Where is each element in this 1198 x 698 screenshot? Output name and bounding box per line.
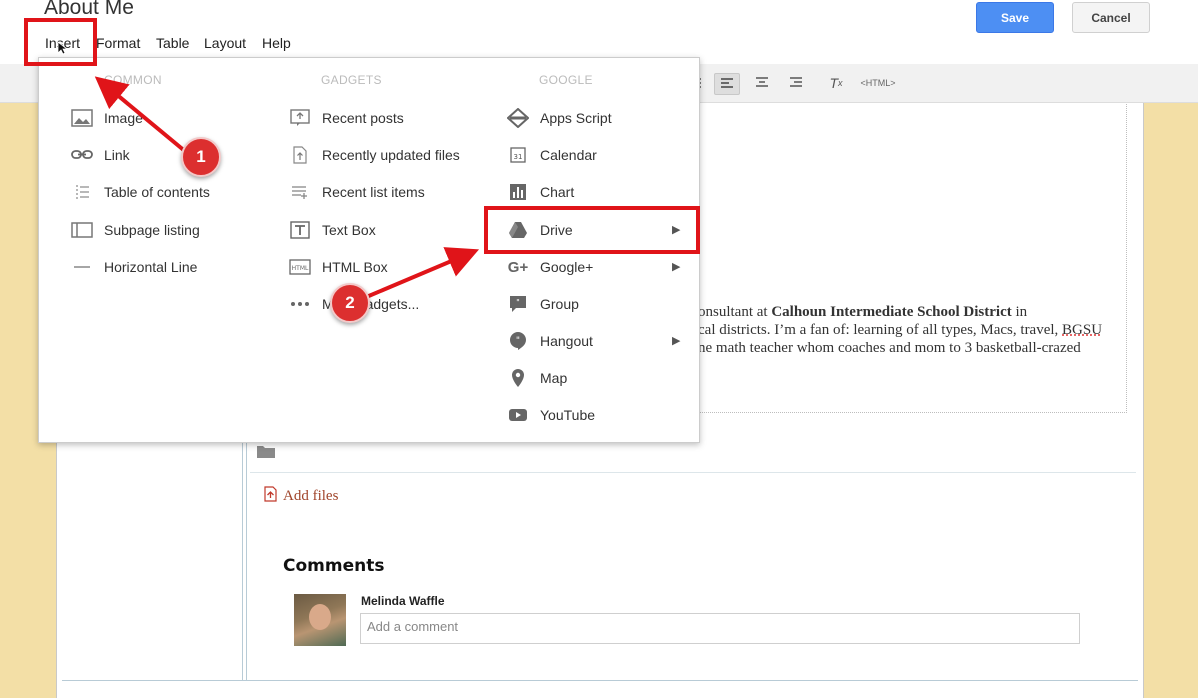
annotation-arrows bbox=[94, 76, 480, 300]
step-badge-1: 1 bbox=[181, 137, 221, 177]
mouse-cursor-icon bbox=[57, 41, 69, 60]
step-badge-2: 2 bbox=[330, 283, 370, 323]
